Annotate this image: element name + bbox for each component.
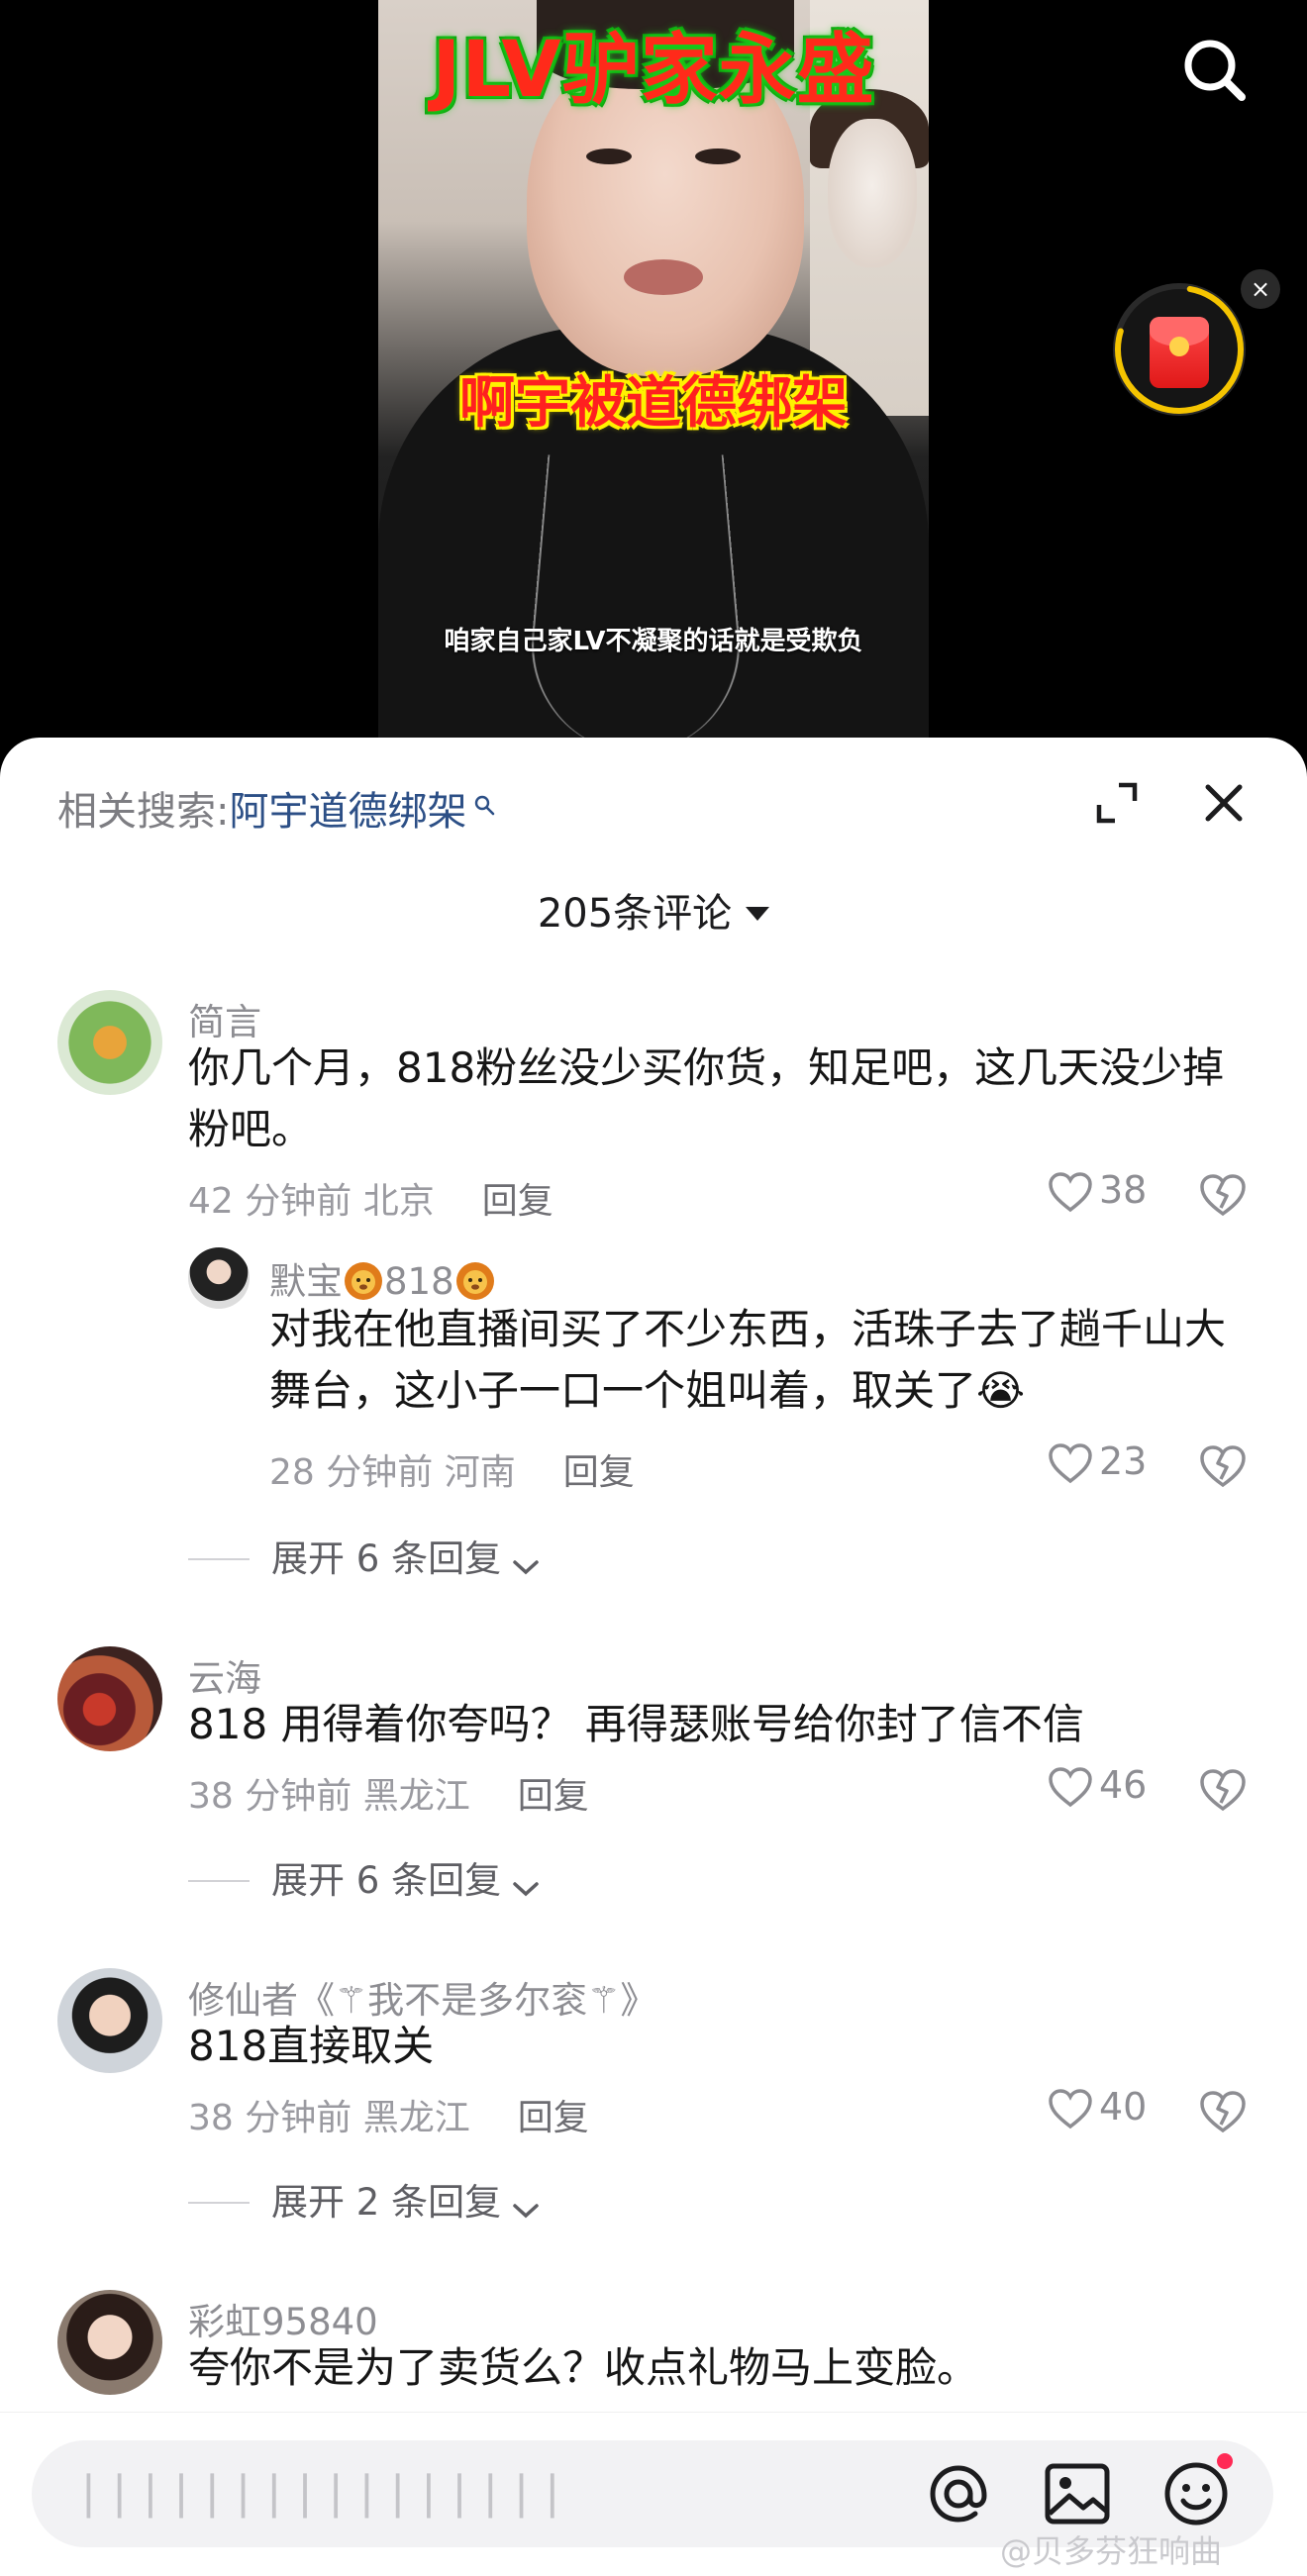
red-packet-widget[interactable] xyxy=(1113,283,1246,416)
comment-time-location: 42 分钟前 北京 xyxy=(188,1181,435,1222)
heart-icon xyxy=(1049,1767,1092,1808)
video-subtitle: 咱家自己家LV不凝聚的话就是受欺负 xyxy=(444,627,863,656)
like-button[interactable]: 46 xyxy=(1048,1763,1147,1808)
comment-meta: 38 分钟前 黑龙江 回复 xyxy=(188,2089,589,2140)
like-count: 46 xyxy=(1099,1763,1148,1807)
like-button[interactable]: 40 xyxy=(1048,2085,1147,2130)
dislike-heart-icon[interactable] xyxy=(1198,2089,1248,2134)
red-packet-close-icon[interactable]: × xyxy=(1241,269,1280,309)
dislike-heart-icon[interactable] xyxy=(1198,1172,1248,1218)
heart-icon xyxy=(1049,2089,1092,2130)
heart-icon xyxy=(1049,1172,1092,1213)
watermark: @贝多芬狂响曲 xyxy=(1000,2532,1223,2570)
reply-button[interactable]: 回复 xyxy=(518,1776,589,1817)
like-button[interactable]: 23 xyxy=(1048,1439,1147,1484)
chevron-down-icon xyxy=(513,2204,539,2219)
reply-button[interactable]: 回复 xyxy=(482,1181,553,1222)
video-mouth xyxy=(624,259,703,295)
comment-time-location: 38 分钟前 黑龙江 xyxy=(188,1776,470,1817)
expand-replies-label: 展开 6 条回复 xyxy=(271,1859,502,1902)
red-packet-icon xyxy=(1150,317,1209,388)
comment-meta: 38 分钟前 黑龙江 回复 xyxy=(188,1767,589,1819)
expand-replies-label: 展开 6 条回复 xyxy=(271,1537,502,1580)
caret-down-icon xyxy=(746,907,770,921)
comment-text[interactable]: 818直接取关 xyxy=(188,2016,1238,2077)
reply-time-location: 28 分钟前 河南 xyxy=(269,1452,516,1493)
like-count: 38 xyxy=(1099,1168,1148,1212)
comment-count[interactable]: 205条评论 xyxy=(0,881,1307,939)
related-search-keyword[interactable]: 阿宇道德绑架 xyxy=(229,789,466,835)
expand-replies-button[interactable]: 展开 6 条回复 xyxy=(188,1850,541,1904)
related-search[interactable]: 相关搜索:阿宇道德绑架 xyxy=(57,779,496,837)
reply-username[interactable]: 默宝 818 xyxy=(269,1251,496,1305)
lion-emoji-icon xyxy=(455,1262,494,1300)
dislike-heart-icon[interactable] xyxy=(1198,1767,1248,1813)
image-icon[interactable] xyxy=(1040,2456,1115,2531)
divider xyxy=(188,1558,250,1560)
reply-username-number: 818 xyxy=(384,1260,454,1303)
divider xyxy=(188,2202,250,2204)
video-player[interactable]: JLV驴家永盛 啊宇被道德绑架 咱家自己家LV不凝聚的话就是受欺负 xyxy=(378,0,929,738)
divider xyxy=(188,1880,250,1882)
search-icon[interactable] xyxy=(1178,34,1250,105)
video-eye-right xyxy=(695,149,741,164)
video-person-2 xyxy=(828,119,917,267)
avatar[interactable] xyxy=(57,1646,162,1751)
reply-username-text: 默宝 xyxy=(269,1260,343,1303)
chevron-down-icon xyxy=(513,1882,539,1897)
like-count: 40 xyxy=(1099,2085,1148,2129)
reply-avatar[interactable] xyxy=(188,1247,250,1309)
comment-sheet: 相关搜索:阿宇道德绑架 205条评论 简言 你几个月，818粉丝没少买你货，知足… xyxy=(0,738,1307,2576)
reply-button[interactable]: 回复 xyxy=(518,2098,589,2138)
related-search-label: 相关搜索: xyxy=(57,789,230,835)
like-count: 23 xyxy=(1099,1439,1148,1483)
reply-text[interactable]: 对我在他直播间买了不少东西，活珠子去了趟千山大舞台，这小子一口一个姐叫着，取关了… xyxy=(269,1299,1230,1422)
comment-input-placeholder: ▏▏▏▏▏▏▏▏▏▏▏▏▏▏▏▏ xyxy=(87,2474,582,2518)
video-necklace xyxy=(522,454,750,738)
small-search-icon xyxy=(475,795,495,816)
crying-laughing-emoji-icon: 😭 xyxy=(976,1366,1026,1415)
close-icon[interactable] xyxy=(1200,779,1248,827)
at-icon[interactable] xyxy=(921,2456,996,2531)
heart-icon xyxy=(1049,1443,1092,1484)
expand-replies-label: 展开 2 条回复 xyxy=(271,2181,502,2224)
comment-count-label: 205条评论 xyxy=(537,891,733,937)
avatar[interactable] xyxy=(57,2290,162,2395)
chevron-down-icon xyxy=(513,1560,539,1575)
expand-icon[interactable] xyxy=(1093,779,1141,827)
video-title: JLV驴家永盛 xyxy=(432,26,875,115)
reply-meta: 28 分钟前 河南 回复 xyxy=(269,1443,635,1495)
comment-time-location: 38 分钟前 黑龙江 xyxy=(188,2098,470,2138)
comment-text[interactable]: 夸你不是为了卖货么？收点礼物马上变脸。 xyxy=(188,2337,1238,2399)
avatar[interactable] xyxy=(57,1968,162,2073)
avatar[interactable] xyxy=(57,990,162,1095)
dislike-heart-icon[interactable] xyxy=(1198,1443,1248,1489)
comment-meta: 42 分钟前 北京 回复 xyxy=(188,1172,553,1224)
lion-emoji-icon xyxy=(345,1262,382,1300)
like-button[interactable]: 38 xyxy=(1048,1168,1147,1213)
reply-button[interactable]: 回复 xyxy=(563,1452,635,1493)
expand-replies-button[interactable]: 展开 6 条回复 xyxy=(188,1529,541,1582)
comment-text[interactable]: 818 用得着你夸吗？ 再得瑟账号给你封了信不信 xyxy=(188,1694,1238,1755)
video-eye-left xyxy=(586,149,632,164)
video-overlay-caption: 啊宇被道德绑架 xyxy=(459,371,848,436)
app-screen: JLV驴家永盛 啊宇被道德绑架 咱家自己家LV不凝聚的话就是受欺负 × 相关搜索… xyxy=(0,0,1307,2576)
notification-dot xyxy=(1214,2450,1236,2472)
comment-text[interactable]: 你几个月，818粉丝没少买你货，知足吧，这几天没少掉粉吧。 xyxy=(188,1038,1238,1160)
reply-text-body: 对我在他直播间买了不少东西，活珠子去了趟千山大舞台，这小子一口一个姐叫着，取关了 xyxy=(269,1305,1227,1415)
expand-replies-button[interactable]: 展开 2 条回复 xyxy=(188,2172,541,2226)
